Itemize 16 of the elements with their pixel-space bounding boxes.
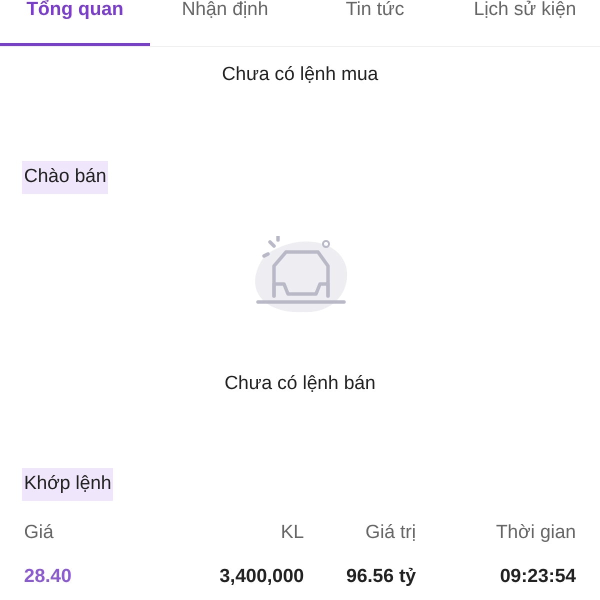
tab[interactable]: Tin tức — [300, 0, 450, 46]
value-cell-text: 96.56 tỷ — [345, 565, 416, 589]
tab[interactable]: Tổng quan — [0, 0, 150, 46]
section-title: Khớp lệnh — [22, 468, 114, 500]
price-cell-text: 28.40 — [24, 565, 73, 589]
column-header: Giá trị — [364, 520, 416, 544]
section-title: Chào bán — [22, 161, 108, 194]
column-header: Thời gian — [494, 520, 576, 544]
empty-message: Chưa có lệnh bán — [224, 372, 376, 396]
volume-cell-text: 3,400,000 — [218, 565, 304, 589]
empty-message: Chưa có lệnh mua — [222, 62, 378, 86]
tab[interactable]: Nhận định — [150, 0, 300, 46]
tab[interactable]: Lịch sử kiện — [450, 0, 600, 46]
column-header: KL — [280, 520, 304, 544]
time-cell-text: 09:23:54 — [498, 565, 576, 589]
column-header: Giá — [24, 520, 55, 544]
